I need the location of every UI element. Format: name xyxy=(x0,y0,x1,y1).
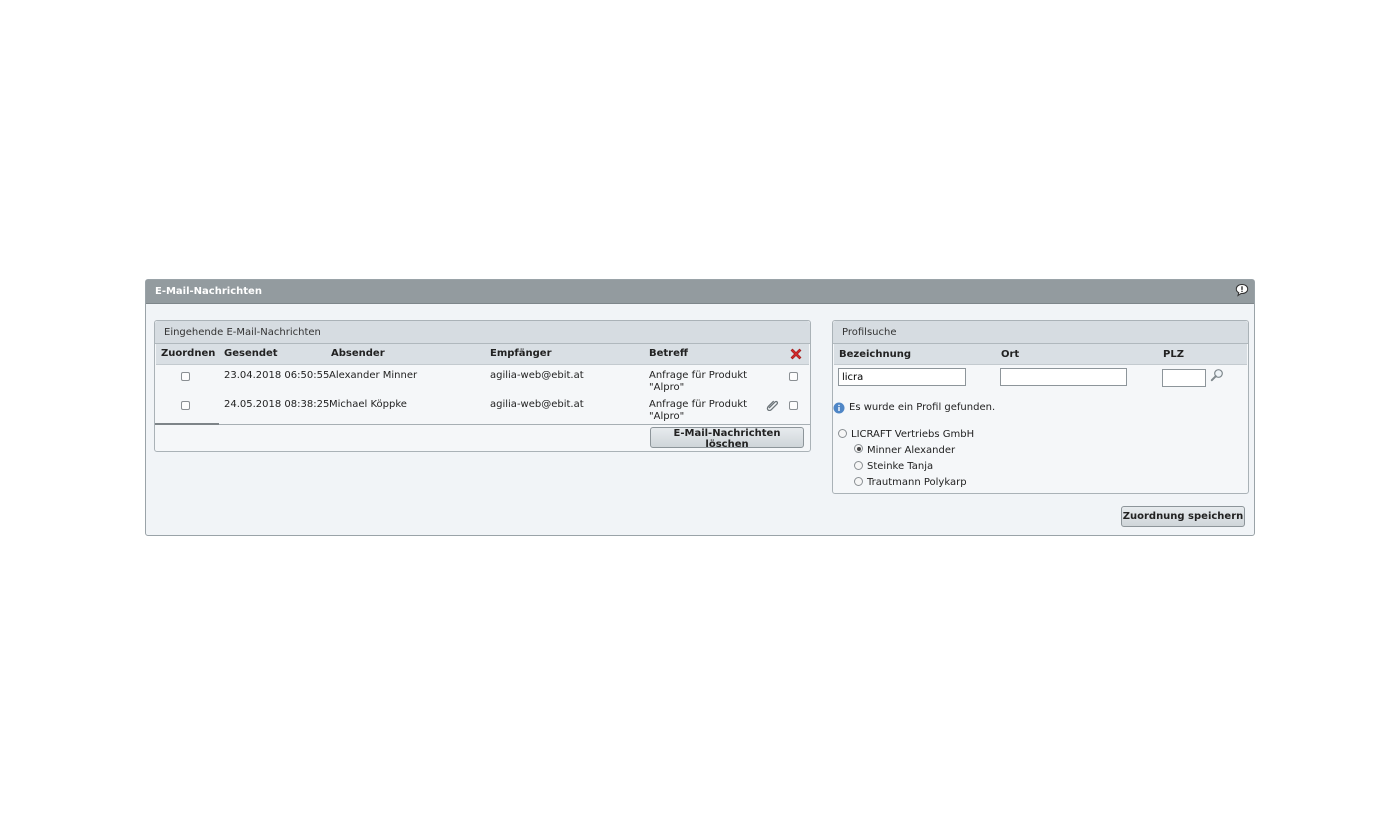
contact-radio-trautmann[interactable] xyxy=(854,477,863,486)
column-header-sender[interactable]: Absender xyxy=(331,348,385,359)
assign-checkbox[interactable] xyxy=(181,372,190,381)
contact-radio-steinke[interactable] xyxy=(854,461,863,470)
subject-cell: Anfrage für Produkt "Alpro" xyxy=(649,370,747,394)
company-radio[interactable] xyxy=(838,429,847,438)
save-assignment-button[interactable]: Zuordnung speichern xyxy=(1121,506,1245,527)
sent-cell: 24.05.2018 08:38:25 xyxy=(224,399,330,410)
table-row[interactable]: 23.04.2018 06:50:55 Alexander Minner agi… xyxy=(156,365,809,394)
table-row[interactable]: 24.05.2018 08:38:25 Michael Köppke agili… xyxy=(156,394,809,423)
label-zip: PLZ xyxy=(1163,349,1184,360)
incoming-messages-panel: Eingehende E-Mail-Nachrichten Zuordnen G… xyxy=(154,320,811,452)
paperclip-icon[interactable] xyxy=(766,398,779,411)
city-search-input[interactable] xyxy=(1000,368,1127,386)
delete-messages-button[interactable]: E-Mail-Nachrichten löschen xyxy=(650,427,804,450)
profile-search-header: Bezeichnung Ort PLZ xyxy=(834,344,1247,365)
table-footer-divider xyxy=(155,424,810,425)
subject-line-1: Anfrage für Produkt xyxy=(649,370,748,381)
contact-radio-minner[interactable] xyxy=(854,444,863,453)
info-icon xyxy=(833,402,845,414)
panel-title: Profilsuche xyxy=(833,321,1248,344)
subject-line-1: Anfrage für Produkt xyxy=(649,399,748,410)
name-search-input[interactable] xyxy=(838,368,966,386)
company-label[interactable]: LICRAFT Vertriebs GmbH xyxy=(851,429,974,440)
delete-checkbox[interactable] xyxy=(789,372,798,381)
panel-title: Eingehende E-Mail-Nachrichten xyxy=(155,321,810,344)
subject-line-2: "Alpro" xyxy=(649,411,685,422)
messages-table-header: Zuordnen Gesendet Absender Empfänger Bet… xyxy=(156,344,809,365)
column-header-sent[interactable]: Gesendet xyxy=(224,348,278,359)
assign-checkbox[interactable] xyxy=(181,401,190,410)
incoming-messages-title: Eingehende E-Mail-Nachrichten xyxy=(164,326,321,338)
help-icon[interactable] xyxy=(1235,283,1249,297)
label-name: Bezeichnung xyxy=(839,349,911,360)
contact-label-trautmann[interactable]: Trautmann Polykarp xyxy=(867,477,967,488)
contact-label-minner[interactable]: Minner Alexander xyxy=(867,445,955,456)
profile-search-title: Profilsuche xyxy=(842,326,897,338)
recipient-cell: agilia-web@ebit.at xyxy=(490,370,584,381)
email-messages-window: E-Mail-Nachrichten Eingehende E-Mail-Nac… xyxy=(145,279,1255,536)
table-scroll-indicator xyxy=(155,423,219,425)
red-x-icon[interactable] xyxy=(789,347,803,361)
search-result-info: Es wurde ein Profil gefunden. xyxy=(849,402,996,413)
subject-line-2: "Alpro" xyxy=(649,382,685,393)
window-title: E-Mail-Nachrichten xyxy=(155,286,262,297)
recipient-cell: agilia-web@ebit.at xyxy=(490,399,584,410)
profile-search-panel: Profilsuche Bezeichnung Ort PLZ Es wurde… xyxy=(832,320,1249,494)
column-header-recipient[interactable]: Empfänger xyxy=(490,348,552,359)
sender-cell: Michael Köppke xyxy=(329,399,407,410)
column-header-assign[interactable]: Zuordnen xyxy=(161,348,215,359)
subject-cell: Anfrage für Produkt "Alpro" xyxy=(649,399,747,423)
search-icon[interactable] xyxy=(1210,368,1224,382)
window-titlebar: E-Mail-Nachrichten xyxy=(146,280,1254,304)
label-city: Ort xyxy=(1001,349,1020,360)
delete-checkbox[interactable] xyxy=(789,401,798,410)
column-header-subject[interactable]: Betreff xyxy=(649,348,688,359)
zip-search-input[interactable] xyxy=(1162,369,1206,387)
sent-cell: 23.04.2018 06:50:55 xyxy=(224,370,330,381)
contact-label-steinke[interactable]: Steinke Tanja xyxy=(867,461,933,472)
sender-cell: Alexander Minner xyxy=(329,370,418,381)
